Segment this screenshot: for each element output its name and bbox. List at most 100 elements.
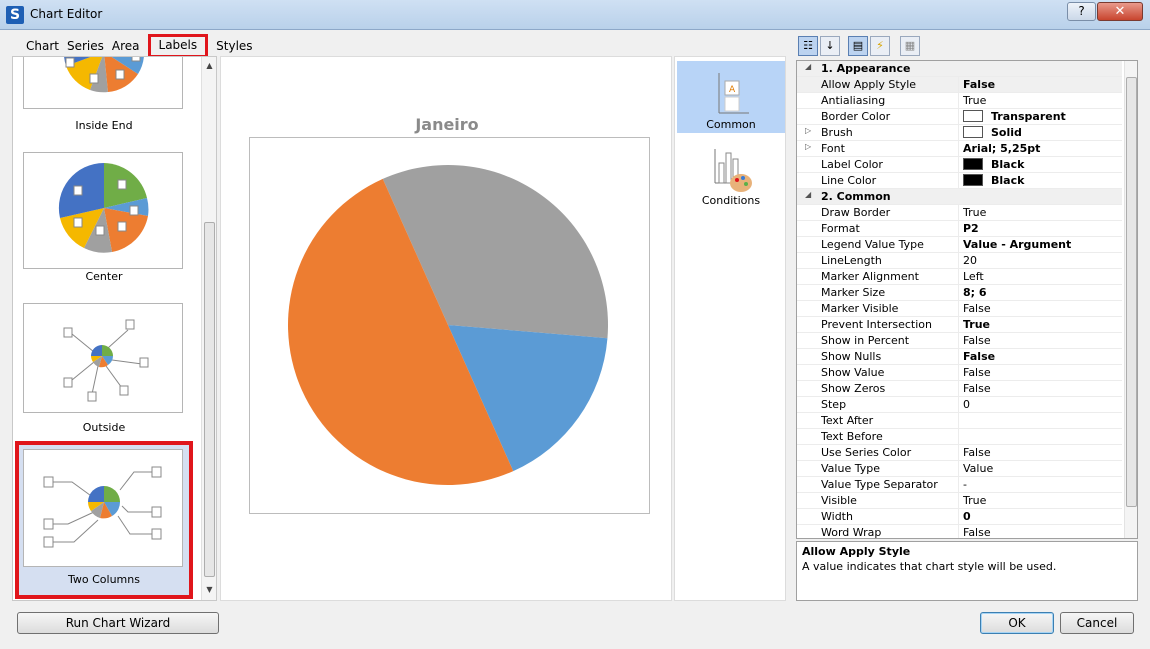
property-value[interactable]: 0	[963, 398, 1121, 411]
property-row[interactable]: Use Series Color False	[797, 445, 1122, 461]
scroll-down-arrow-icon[interactable]: ▼	[202, 583, 216, 597]
property-row[interactable]: Draw Border True	[797, 205, 1122, 221]
property-value[interactable]: True	[963, 206, 1121, 219]
tab-area[interactable]: Area	[108, 36, 144, 56]
window-title: Chart Editor	[30, 7, 103, 21]
property-grid-scroll-thumb[interactable]	[1126, 77, 1137, 507]
property-name: Brush	[821, 126, 853, 139]
property-name: Antialiasing	[821, 94, 886, 107]
style-thumb-center[interactable]	[23, 152, 183, 269]
property-row[interactable]: Marker Visible False	[797, 301, 1122, 317]
property-value[interactable]: Transparent	[963, 110, 1121, 123]
mode-common[interactable]: A Common	[677, 61, 785, 133]
property-value[interactable]: 0	[963, 510, 1121, 523]
property-value[interactable]: False	[963, 302, 1121, 315]
tab-styles[interactable]: Styles	[212, 36, 256, 56]
property-value[interactable]: True	[963, 94, 1121, 107]
property-value[interactable]: False	[963, 446, 1121, 459]
property-value[interactable]: True	[963, 494, 1121, 507]
property-row[interactable]: ▷ Font Arial; 5,25pt	[797, 141, 1122, 157]
property-row[interactable]: Line Color Black	[797, 173, 1122, 189]
property-row[interactable]: Visible True	[797, 493, 1122, 509]
property-row[interactable]: Text After	[797, 413, 1122, 429]
property-row[interactable]: Text Before	[797, 429, 1122, 445]
property-row[interactable]: Antialiasing True	[797, 93, 1122, 109]
mode-conditions[interactable]: Conditions	[677, 137, 785, 209]
property-row[interactable]: Show Value False	[797, 365, 1122, 381]
property-name: Marker Alignment	[821, 270, 919, 283]
property-name: Use Series Color	[821, 446, 912, 459]
tab-labels[interactable]: Labels	[147, 34, 209, 58]
property-row[interactable]: Step 0	[797, 397, 1122, 413]
property-value[interactable]: Black	[963, 174, 1121, 187]
property-row[interactable]: Show Zeros False	[797, 381, 1122, 397]
property-value[interactable]: 8; 6	[963, 286, 1121, 299]
preview-pie-chart	[288, 165, 608, 485]
cancel-button[interactable]: Cancel	[1060, 612, 1134, 634]
property-name: Width	[821, 510, 853, 523]
property-row[interactable]: Value Type Separator -	[797, 477, 1122, 493]
property-row[interactable]: ▷ Brush Solid	[797, 125, 1122, 141]
ok-button[interactable]: OK	[980, 612, 1054, 634]
property-value[interactable]: Value - Argument	[963, 238, 1121, 251]
property-row[interactable]: Legend Value Type Value - Argument	[797, 237, 1122, 253]
close-button[interactable]: ✕	[1097, 2, 1143, 21]
property-row[interactable]: Prevent Intersection True	[797, 317, 1122, 333]
style-thumb-inside-end[interactable]	[23, 57, 183, 109]
help-button[interactable]: ?	[1067, 2, 1096, 21]
app-logo-icon: S	[6, 6, 24, 24]
property-value[interactable]: Left	[963, 270, 1121, 283]
gallery-scroll-thumb[interactable]	[204, 222, 215, 577]
gallery-scrollbar[interactable]: ▲ ▼	[201, 57, 216, 600]
property-pages-icon[interactable]: ▦	[900, 36, 920, 56]
property-value[interactable]: Value	[963, 462, 1121, 475]
scroll-up-arrow-icon[interactable]: ▲	[202, 59, 216, 73]
property-value[interactable]: Solid	[963, 126, 1121, 139]
property-value[interactable]: -	[963, 478, 1121, 491]
property-row[interactable]: Format P2	[797, 221, 1122, 237]
property-grid-scrollbar[interactable]	[1124, 61, 1137, 538]
property-value[interactable]: False	[963, 350, 1121, 363]
property-row[interactable]: Value Type Value	[797, 461, 1122, 477]
events-view-icon[interactable]: ⚡	[870, 36, 890, 56]
property-value[interactable]: True	[963, 318, 1121, 331]
categorized-view-icon[interactable]: ☷	[798, 36, 818, 56]
property-value[interactable]: 20	[963, 254, 1121, 267]
property-value[interactable]: False	[963, 526, 1121, 538]
run-chart-wizard-button[interactable]: Run Chart Wizard	[17, 612, 219, 634]
collapse-arrow-icon[interactable]: ◢	[805, 62, 811, 71]
property-row[interactable]: Label Color Black	[797, 157, 1122, 173]
property-value[interactable]: Arial; 5,25pt	[963, 142, 1121, 155]
tab-chart[interactable]: Chart	[22, 36, 63, 56]
properties-view-icon[interactable]: ▤	[848, 36, 868, 56]
property-row[interactable]: Show in Percent False	[797, 333, 1122, 349]
property-row[interactable]: Show Nulls False	[797, 349, 1122, 365]
collapse-arrow-icon[interactable]: ◢	[805, 190, 811, 199]
property-value[interactable]: P2	[963, 222, 1121, 235]
property-row[interactable]: Marker Alignment Left	[797, 269, 1122, 285]
tab-series[interactable]: Series	[63, 36, 108, 56]
expand-arrow-icon[interactable]: ▷	[805, 126, 811, 135]
property-row[interactable]: Word Wrap False	[797, 525, 1122, 538]
property-name: Visible	[821, 494, 857, 507]
property-value[interactable]: False	[963, 78, 1121, 91]
property-row[interactable]: Width 0	[797, 509, 1122, 525]
alphabetical-sort-icon[interactable]: ↓	[820, 36, 840, 56]
property-value[interactable]: False	[963, 334, 1121, 347]
style-thumb-two-columns[interactable]: Two Columns	[15, 441, 193, 599]
property-value[interactable]: Black	[963, 158, 1121, 171]
property-row[interactable]: Marker Size 8; 6	[797, 285, 1122, 301]
property-category[interactable]: ◢ 2. Common	[797, 189, 1122, 205]
outside-pie-icon	[63, 319, 149, 402]
property-row[interactable]: Border Color Transparent	[797, 109, 1122, 125]
property-value[interactable]: False	[963, 382, 1121, 395]
property-value[interactable]: False	[963, 366, 1121, 379]
expand-arrow-icon[interactable]: ▷	[805, 142, 811, 151]
property-category[interactable]: ◢ 1. Appearance	[797, 61, 1122, 77]
property-row[interactable]: Allow Apply Style False	[797, 77, 1122, 93]
style-thumb-outside[interactable]	[23, 303, 183, 413]
column-divider	[958, 285, 959, 301]
property-row[interactable]: LineLength 20	[797, 253, 1122, 269]
property-value-text: False	[963, 366, 991, 379]
property-name: Draw Border	[821, 206, 891, 219]
